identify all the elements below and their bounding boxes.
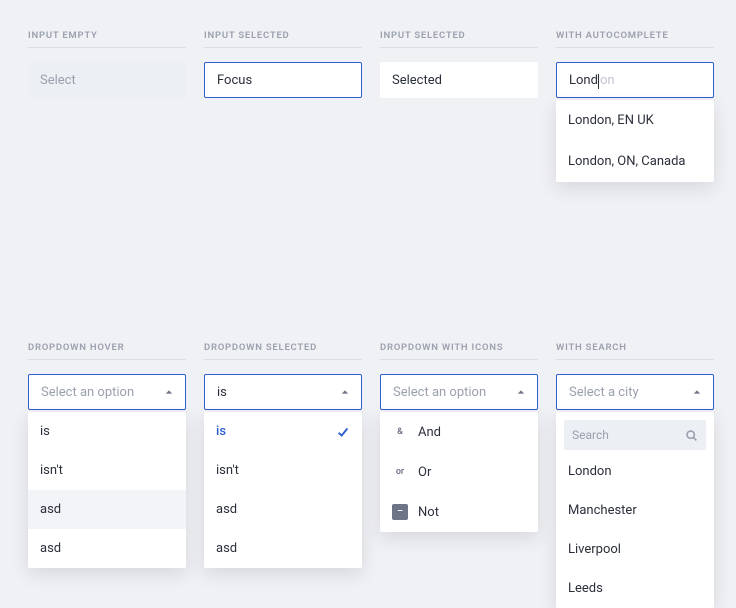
caption: INPUT SELECTED <box>204 30 362 48</box>
dropdown-trigger[interactable]: Select a city <box>556 374 714 410</box>
dropdown-menu: & And or Or – Not <box>380 412 538 532</box>
input-autocomplete: WITH AUTOCOMPLETE London London, EN UK L… <box>556 30 714 182</box>
dropdown-option[interactable]: Manchester <box>556 491 714 530</box>
dropdown-trigger[interactable]: Select an option <box>380 374 538 410</box>
dropdown-menu: is isn't asd asd <box>28 412 186 568</box>
autocomplete-option[interactable]: London, EN UK <box>556 100 714 141</box>
input-value: Selected <box>392 73 442 88</box>
dropdown-option[interactable]: London <box>556 452 714 491</box>
caption: DROPDOWN HOVER <box>28 342 186 360</box>
input-empty: INPUT EMPTY Select <box>28 30 186 98</box>
and-icon: & <box>392 424 408 440</box>
dropdown-with-icons: DROPDOWN WITH ICONS Select an option & A… <box>380 342 538 532</box>
dropdown-selected: DROPDOWN SELECTED is is isn't asd asd <box>204 342 362 568</box>
ghost-suffix: on <box>600 73 615 88</box>
caption: INPUT SELECTED <box>380 30 538 48</box>
search-input[interactable]: Search <box>564 420 706 450</box>
typed-text: Lond <box>569 73 598 88</box>
dropdown-trigger[interactable]: Select an option <box>28 374 186 410</box>
caption: DROPDOWN WITH ICONS <box>380 342 538 360</box>
dropdown-menu: is isn't asd asd <box>204 412 362 568</box>
text-caret <box>598 74 599 89</box>
dropdown-hover: DROPDOWN HOVER Select an option is isn't… <box>28 342 186 568</box>
caption: WITH AUTOCOMPLETE <box>556 30 714 48</box>
search-icon <box>685 429 698 442</box>
autocomplete-dropdown: London, EN UK London, ON, Canada <box>556 100 714 182</box>
caption: INPUT EMPTY <box>28 30 186 48</box>
placeholder-text: Select a city <box>569 385 639 400</box>
chevron-up-icon <box>341 388 349 396</box>
dropdown-option[interactable]: isn't <box>204 451 362 490</box>
or-icon: or <box>392 464 408 480</box>
input-focus: INPUT SELECTED Focus <box>204 30 362 98</box>
autocomplete-input[interactable]: London <box>556 62 714 98</box>
dropdown-with-search: WITH SEARCH Select a city Search London … <box>556 342 714 608</box>
search-placeholder: Search <box>572 428 685 442</box>
text-input[interactable]: Focus <box>204 62 362 98</box>
dropdown-option[interactable]: asd <box>28 490 186 529</box>
placeholder-text: Select an option <box>41 385 134 400</box>
dropdown-option[interactable]: is <box>28 412 186 451</box>
placeholder-text: Select <box>40 73 76 88</box>
input-selected: INPUT SELECTED Selected <box>380 30 538 98</box>
dropdown-option[interactable]: or Or <box>380 452 538 492</box>
select-input[interactable]: Select <box>28 62 186 98</box>
dropdown-option[interactable]: Leeds <box>556 569 714 608</box>
placeholder-text: Select an option <box>393 385 486 400</box>
chevron-up-icon <box>693 388 701 396</box>
dropdown-menu: Search London Manchester Liverpool Leeds <box>556 412 714 608</box>
dropdown-option[interactable]: Liverpool <box>556 530 714 569</box>
dropdown-option[interactable]: – Not <box>380 492 538 532</box>
caption: DROPDOWN SELECTED <box>204 342 362 360</box>
dropdown-option[interactable]: asd <box>204 529 362 568</box>
input-value: Focus <box>217 73 252 88</box>
dropdown-trigger[interactable]: is <box>204 374 362 410</box>
chevron-up-icon <box>165 388 173 396</box>
dropdown-option[interactable]: isn't <box>28 451 186 490</box>
text-input[interactable]: Selected <box>380 62 538 98</box>
dropdown-option[interactable]: asd <box>204 490 362 529</box>
autocomplete-option[interactable]: London, ON, Canada <box>556 141 714 182</box>
not-icon: – <box>392 504 408 520</box>
chevron-up-icon <box>517 388 525 396</box>
check-icon <box>336 425 350 439</box>
dropdown-option[interactable]: & And <box>380 412 538 452</box>
caption: WITH SEARCH <box>556 342 714 360</box>
dropdown-option[interactable]: asd <box>28 529 186 568</box>
dropdown-option[interactable]: is <box>204 412 362 451</box>
selected-value: is <box>217 385 227 400</box>
